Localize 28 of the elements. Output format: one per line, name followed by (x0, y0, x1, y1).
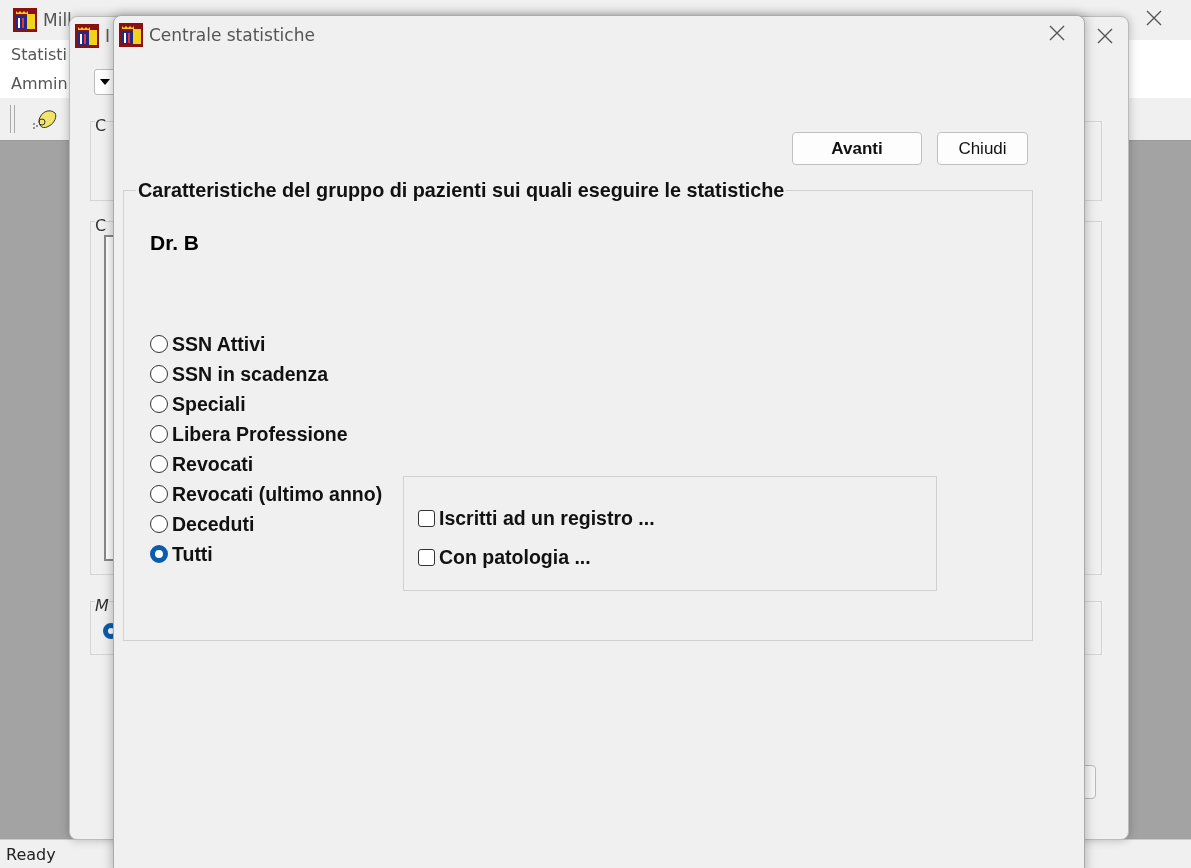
radio-option[interactable]: Speciali (150, 389, 396, 419)
group-title: Caratteristiche del gruppo di pazienti sui quali eseguire le statistiche (137, 179, 786, 202)
radio-option[interactable]: SSN in scadenza (150, 359, 396, 389)
doctor-name: Dr. B (150, 231, 199, 255)
checkbox-option[interactable]: Iscritti ad un registro ... (418, 507, 936, 530)
status-text: Ready (6, 844, 56, 864)
dialog-button[interactable]: Chiudi (937, 132, 1028, 165)
radio-option[interactable]: Deceduti (150, 509, 396, 539)
radio-option[interactable]: Revocati (ultimo anno) (150, 479, 396, 509)
radio-option[interactable]: Libera Professione (150, 419, 396, 449)
radio-option[interactable]: Tutti (150, 539, 396, 569)
window-title: Mill (43, 10, 72, 30)
checkbox-option[interactable]: Con patologia ... (418, 546, 936, 569)
radio-option[interactable]: SSN Attivi (150, 329, 396, 359)
dropdown[interactable] (94, 69, 116, 95)
app-logo-icon (75, 24, 99, 48)
window-title: I (105, 26, 110, 46)
dialog-button[interactable]: Avanti (792, 132, 922, 165)
caret-icon (100, 79, 110, 85)
menu-item[interactable]: Statisti (11, 40, 67, 69)
app-logo-icon (119, 23, 143, 47)
window-title: Centrale statistiche (149, 25, 315, 45)
close-icon[interactable] (1096, 27, 1114, 45)
close-icon[interactable] (1145, 9, 1163, 27)
app-logo-icon (13, 8, 37, 32)
close-icon[interactable] (1048, 24, 1066, 42)
radio-option[interactable]: Revocati (150, 449, 396, 479)
menu-item[interactable]: Ammin (11, 69, 68, 98)
